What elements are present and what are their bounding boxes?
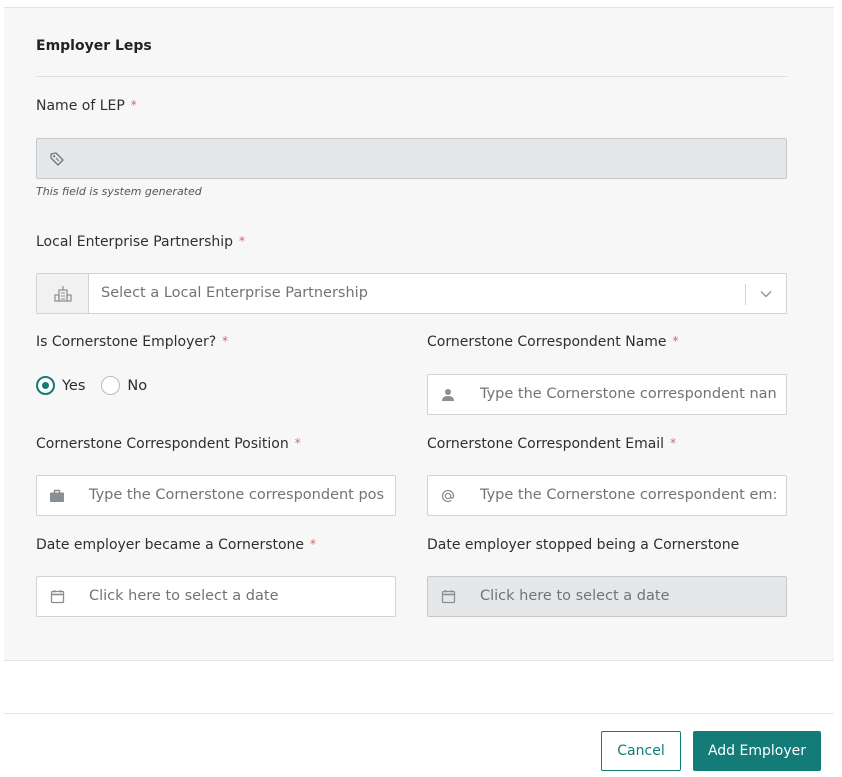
at-icon [428,476,468,515]
correspondent-name-label: Cornerstone Correspondent Name * [427,334,679,350]
radio-no-label: No [127,377,148,394]
required-marker: * [222,334,229,348]
lep-name-label: Name of LEP * [36,98,137,114]
date-became-input[interactable]: Click here to select a date [36,576,396,617]
calendar-icon [428,577,468,616]
add-employer-button[interactable]: Add Employer [693,731,821,771]
correspondent-position-placeholder: Type the Cornerstone correspondent pos [89,487,385,503]
correspondent-position-input[interactable]: Type the Cornerstone correspondent pos [36,475,396,516]
correspondent-name-input[interactable]: Type the Cornerstone correspondent nan [427,374,787,415]
is-cornerstone-label-text: Is Cornerstone Employer? [36,334,217,350]
required-marker: * [672,334,679,348]
section-divider [36,76,787,77]
date-stopped-placeholder: Click here to select a date [480,588,670,604]
select-separator [745,284,746,305]
correspondent-position-label-text: Cornerstone Correspondent Position [36,436,289,452]
radio-no-indicator[interactable] [101,376,121,395]
correspondent-email-label-text: Cornerstone Correspondent Email [427,436,665,452]
user-icon [428,375,468,414]
tag-icon [37,139,77,178]
system-generated-hint: This field is system generated [36,185,202,198]
correspondent-email-label: Cornerstone Correspondent Email * [427,436,676,452]
correspondent-email-input[interactable]: Type the Cornerstone correspondent em: [427,475,787,516]
lep-select[interactable]: Select a Local Enterprise Partnership [88,273,787,314]
is-cornerstone-label: Is Cornerstone Employer? * [36,334,228,350]
radio-yes[interactable]: Yes [36,376,85,395]
section-title: Employer Leps [36,38,152,54]
date-became-label-text: Date employer became a Cornerstone [36,537,305,553]
correspondent-email-placeholder: Type the Cornerstone correspondent em: [480,487,778,503]
date-became-label: Date employer became a Cornerstone * [36,537,316,553]
date-became-placeholder: Click here to select a date [89,588,279,604]
required-marker: * [294,436,301,450]
lep-name-label-text: Name of LEP [36,98,125,114]
required-marker: * [670,436,677,450]
cancel-button[interactable]: Cancel [601,731,681,771]
radio-yes-indicator[interactable] [36,376,55,395]
required-marker: * [130,98,137,112]
footer-divider [4,713,834,714]
is-cornerstone-radio-group: Yes No [36,376,163,395]
required-marker: * [239,234,246,248]
briefcase-icon [37,476,77,515]
building-icon [36,273,89,314]
correspondent-name-label-text: Cornerstone Correspondent Name [427,334,667,350]
lep-select-label: Local Enterprise Partnership * [36,234,245,250]
chevron-down-icon[interactable] [756,284,776,304]
required-marker: * [310,537,317,551]
date-stopped-label: Date employer stopped being a Cornerston… [427,537,739,553]
correspondent-position-label: Cornerstone Correspondent Position * [36,436,301,452]
lep-select-label-text: Local Enterprise Partnership [36,234,234,250]
radio-yes-label: Yes [62,377,86,394]
calendar-icon [37,577,77,616]
date-stopped-input: Click here to select a date [427,576,787,617]
date-stopped-label-text: Date employer stopped being a Cornerston… [427,537,740,553]
radio-no[interactable]: No [101,376,147,395]
lep-select-placeholder: Select a Local Enterprise Partnership [101,285,368,301]
correspondent-name-placeholder: Type the Cornerstone correspondent nan [480,386,777,402]
lep-name-field [36,138,787,179]
